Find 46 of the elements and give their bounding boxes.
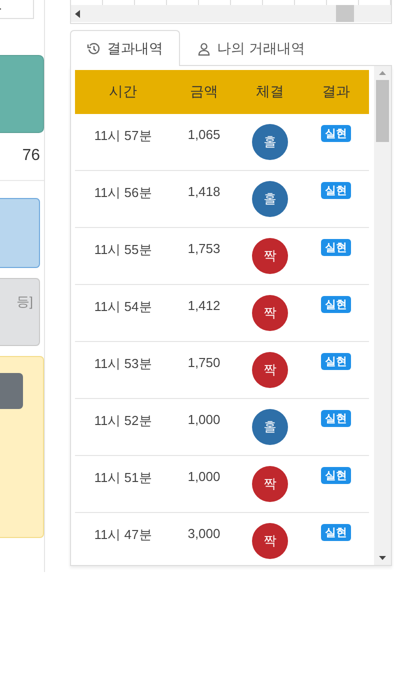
status-badge: 실현 xyxy=(321,467,351,484)
tab[interactable]: 나의 거래내역 xyxy=(180,30,322,66)
result-ball: 짝 xyxy=(252,523,288,559)
amount-cell-text: 1,753 xyxy=(186,240,222,256)
left-arrow-icon[interactable] xyxy=(74,10,82,18)
amount-cell-text: 1,065 xyxy=(186,126,222,142)
column-header: 시간 xyxy=(108,83,138,101)
time-cell-text: 11시 56분 xyxy=(93,184,153,202)
status-badge: 실현 xyxy=(321,353,351,370)
scroll-thumb[interactable] xyxy=(376,80,389,142)
history-icon xyxy=(87,42,101,56)
column-header: 금액 xyxy=(189,83,219,101)
result-ball: 짝 xyxy=(252,295,288,331)
tab[interactable]: 결과내역 xyxy=(70,30,180,66)
time-cell-text: 11시 47분 xyxy=(93,526,153,544)
status-badge: 실현 xyxy=(321,296,351,313)
time-cell-text: 11시 51분 xyxy=(93,469,153,487)
status-badge: 실현 xyxy=(321,182,351,199)
time-cell-text: 11시 53분 xyxy=(93,355,153,373)
amount-cell-text: 1,000 xyxy=(186,468,222,484)
amount-cell-text: 1,418 xyxy=(186,183,222,199)
column-header: 결과 xyxy=(321,83,351,101)
time-cell-text: 11시 55분 xyxy=(93,241,153,259)
amount-cell-text: 1,412 xyxy=(186,297,222,313)
time-cell-text: 11시 52분 xyxy=(93,412,153,430)
result-ball: 짝 xyxy=(252,352,288,388)
amount-cell-text: 1,000 xyxy=(186,411,222,427)
column-header: 체결 xyxy=(255,83,285,101)
scrollbar[interactable] xyxy=(374,66,391,565)
result-ball: 홀 xyxy=(252,124,288,160)
status-badge: 실현 xyxy=(321,125,351,142)
time-cell-text: 11시 57분 xyxy=(93,127,153,145)
status-badge: 실현 xyxy=(321,239,351,256)
time-cell-text: 11시 54분 xyxy=(93,298,153,316)
user-icon xyxy=(197,42,211,56)
amount-cell-text: 3,000 xyxy=(186,525,222,541)
status-badge: 실현 xyxy=(321,410,351,427)
result-ball: 홀 xyxy=(252,409,288,445)
result-ball: 짝 xyxy=(252,238,288,274)
result-ball: 홀 xyxy=(252,181,288,217)
result-ball: 짝 xyxy=(252,466,288,502)
value-text: 76 xyxy=(0,133,44,181)
status-badge: 실현 xyxy=(321,524,351,541)
scroll-thumb[interactable] xyxy=(336,5,354,22)
amount-cell-text: 1,750 xyxy=(186,354,222,370)
panel-text: 등] xyxy=(16,293,33,311)
